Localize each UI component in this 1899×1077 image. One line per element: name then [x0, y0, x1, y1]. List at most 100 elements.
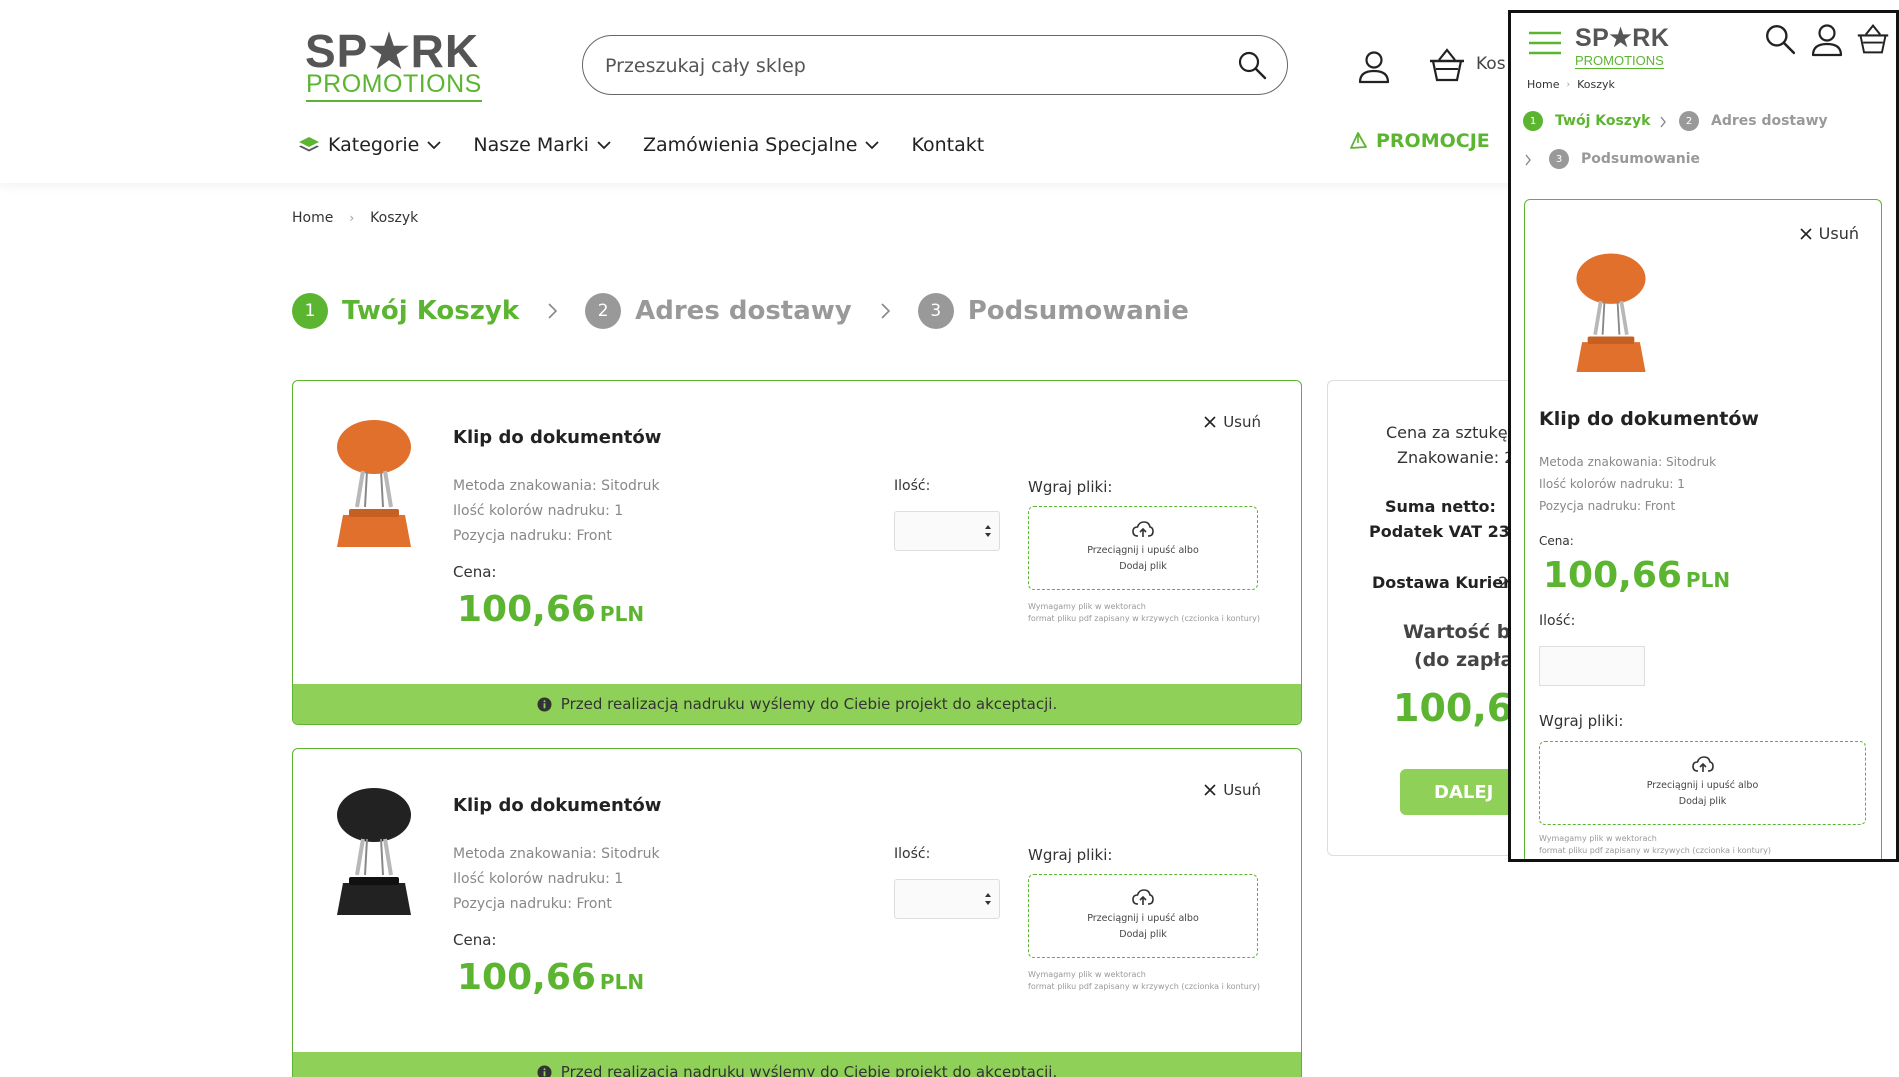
breadcrumb: Home › Koszyk: [292, 210, 418, 226]
breadcrumb: Home › Koszyk: [1527, 78, 1615, 91]
remove-item-button[interactable]: Usuń: [1800, 224, 1859, 243]
step-label: Podsumowanie: [1581, 151, 1701, 167]
cart-item: Klip do dokumentów Metoda znakowania: Si…: [292, 380, 1302, 725]
step-cart[interactable]: 1 Twój Koszyk: [1523, 111, 1650, 131]
search-icon[interactable]: [1237, 50, 1267, 80]
price-currency: PLN: [1685, 568, 1731, 592]
file-dropzone[interactable]: Przeciągnij i upuść albo Dodaj plik: [1028, 506, 1258, 590]
file-dropzone[interactable]: Przeciągnij i upuść albo Dodaj plik: [1539, 741, 1866, 825]
basket-icon[interactable]: [1428, 48, 1466, 82]
quantity-label: Ilość:: [894, 478, 931, 494]
stepper-arrows-icon[interactable]: [983, 521, 993, 541]
search-input[interactable]: [605, 52, 1205, 80]
nav-promocje[interactable]: PROMOCJE: [1348, 130, 1490, 152]
upload-note-line: format pliku pdf zapisany w krzywych (cz…: [1028, 982, 1260, 991]
binder-clip-image: [337, 420, 411, 547]
user-account-icon[interactable]: [1811, 23, 1843, 57]
file-dropzone[interactable]: Przeciągnij i upuść albo Dodaj plik: [1028, 874, 1258, 958]
item-title[interactable]: Klip do dokumentów: [1539, 408, 1759, 430]
upload-note-line: format pliku pdf zapisany w krzywych (cz…: [1028, 614, 1260, 623]
stepper-arrows-icon[interactable]: [983, 889, 993, 909]
close-icon: [1204, 784, 1216, 796]
quantity-stepper[interactable]: [894, 511, 1000, 551]
basket-icon[interactable]: [1856, 23, 1890, 55]
item-position: Pozycja nadruku: Front: [453, 528, 612, 544]
price-label: Cena:: [453, 563, 497, 581]
cart-item: Usuń Klip do dokumentów Metoda znakowani…: [1524, 199, 1882, 859]
nav-kategorie-label: Kategorie: [328, 134, 420, 156]
logo-subtitle: PROMOTIONS: [306, 70, 482, 102]
remove-label: Usuń: [1223, 413, 1261, 431]
nav-zamowienia-specjalne[interactable]: Zamówienia Specjalne: [643, 134, 880, 156]
item-price: 100,66 PLN: [1543, 555, 1730, 596]
quantity-label: Ilość:: [1539, 613, 1576, 629]
price-label: Cena:: [453, 931, 497, 949]
remove-item-button[interactable]: Usuń: [1204, 781, 1261, 799]
item-title[interactable]: Klip do dokumentów: [453, 795, 661, 816]
remove-label: Usuń: [1818, 224, 1859, 243]
upload-add-file[interactable]: Dodaj plik: [1029, 559, 1257, 575]
main-nav: Kategorie Nasze Marki Zamówienia Specjal…: [298, 130, 1016, 160]
quantity-stepper[interactable]: [1539, 646, 1645, 686]
quantity-label: Ilość:: [894, 846, 931, 862]
layers-icon: [299, 137, 319, 152]
breadcrumb-separator: ›: [349, 211, 355, 225]
nav-kategorie[interactable]: Kategorie: [298, 134, 442, 156]
chevron-right-icon: [881, 303, 890, 319]
cloud-upload-icon: [1132, 889, 1154, 905]
search-icon[interactable]: [1764, 23, 1796, 55]
summary-delivery-value: 2: [1498, 573, 1509, 592]
spark-promotions-logo[interactable]: SP★RK PROMOTIONS: [1575, 21, 1669, 69]
step-summary[interactable]: 3 Podsumowanie: [1549, 149, 1700, 169]
step-address[interactable]: 2 Adres dostawy: [1679, 111, 1828, 131]
step-label: Adres dostawy: [635, 296, 852, 326]
step-cart[interactable]: 1 Twój Koszyk: [292, 293, 519, 329]
cart-page: SP★RK PROMOTIONS Kos Kategorie Nasze Mar…: [0, 0, 1899, 1077]
price-label: Cena:: [1539, 534, 1574, 548]
item-title[interactable]: Klip do dokumentów: [453, 427, 661, 448]
next-button-label: DALEJ: [1434, 781, 1494, 803]
remove-item-button[interactable]: Usuń: [1204, 413, 1261, 431]
nav-nasze-marki[interactable]: Nasze Marki: [473, 134, 611, 156]
logo-subtitle: PROMOTIONS: [1575, 53, 1664, 69]
item-position: Pozycja nadruku: Front: [453, 896, 612, 912]
price-value: 100,66: [457, 589, 596, 630]
upload-note: Wymagamy plik w wektorach format pliku p…: [1028, 601, 1288, 625]
upload-note-line: Wymagamy plik w wektorach: [1028, 970, 1146, 979]
close-icon: [1800, 227, 1812, 240]
breadcrumb-home[interactable]: Home: [1527, 78, 1559, 91]
spark-promotions-logo[interactable]: SP★RK PROMOTIONS: [305, 18, 482, 104]
cart-item: Klip do dokumentów Metoda znakowania: Si…: [292, 748, 1302, 1077]
checkout-steps: 1 Twój Koszyk 2 Adres dostawy 3 Podsumow…: [292, 293, 1189, 329]
item-colors: Ilość kolorów nadruku: 1: [1539, 477, 1685, 491]
item-colors: Ilość kolorów nadruku: 1: [453, 503, 624, 519]
upload-label: Wgraj pliki:: [1539, 712, 1624, 730]
info-icon: [537, 1065, 552, 1077]
upload-text: Przeciągnij i upuść albo: [1087, 913, 1199, 924]
approval-notice: Przed realizacją nadruku wyślemy do Cieb…: [293, 684, 1301, 724]
basket-label[interactable]: Kos: [1476, 54, 1506, 74]
price-value: 100,66: [1543, 555, 1682, 596]
cloud-upload-icon: [1132, 521, 1154, 537]
breadcrumb-home[interactable]: Home: [292, 210, 333, 226]
step-label: Adres dostawy: [1711, 113, 1828, 129]
chevron-down-icon: [427, 141, 442, 150]
chevron-right-icon: [1660, 116, 1666, 128]
nav-kontakt[interactable]: Kontakt: [911, 134, 984, 156]
upload-add-file[interactable]: Dodaj plik: [1029, 927, 1257, 943]
remove-label: Usuń: [1223, 781, 1261, 799]
chevron-right-icon: [1525, 154, 1531, 166]
step-address[interactable]: 2 Adres dostawy: [585, 293, 852, 329]
chevron-down-icon: [597, 141, 611, 150]
upload-add-file[interactable]: Dodaj plik: [1540, 794, 1865, 810]
close-icon: [1204, 416, 1216, 428]
search-bar: [582, 35, 1288, 95]
quantity-stepper[interactable]: [894, 879, 1000, 919]
price-currency: PLN: [599, 970, 645, 994]
item-price: 100,66 PLN: [457, 957, 644, 998]
user-account-icon[interactable]: [1358, 50, 1390, 84]
hamburger-menu-icon[interactable]: [1529, 30, 1561, 56]
upload-note: Wymagamy plik w wektorach format pliku p…: [1539, 833, 1869, 857]
step-label: Podsumowanie: [967, 296, 1189, 326]
step-summary[interactable]: 3 Podsumowanie: [917, 293, 1189, 329]
